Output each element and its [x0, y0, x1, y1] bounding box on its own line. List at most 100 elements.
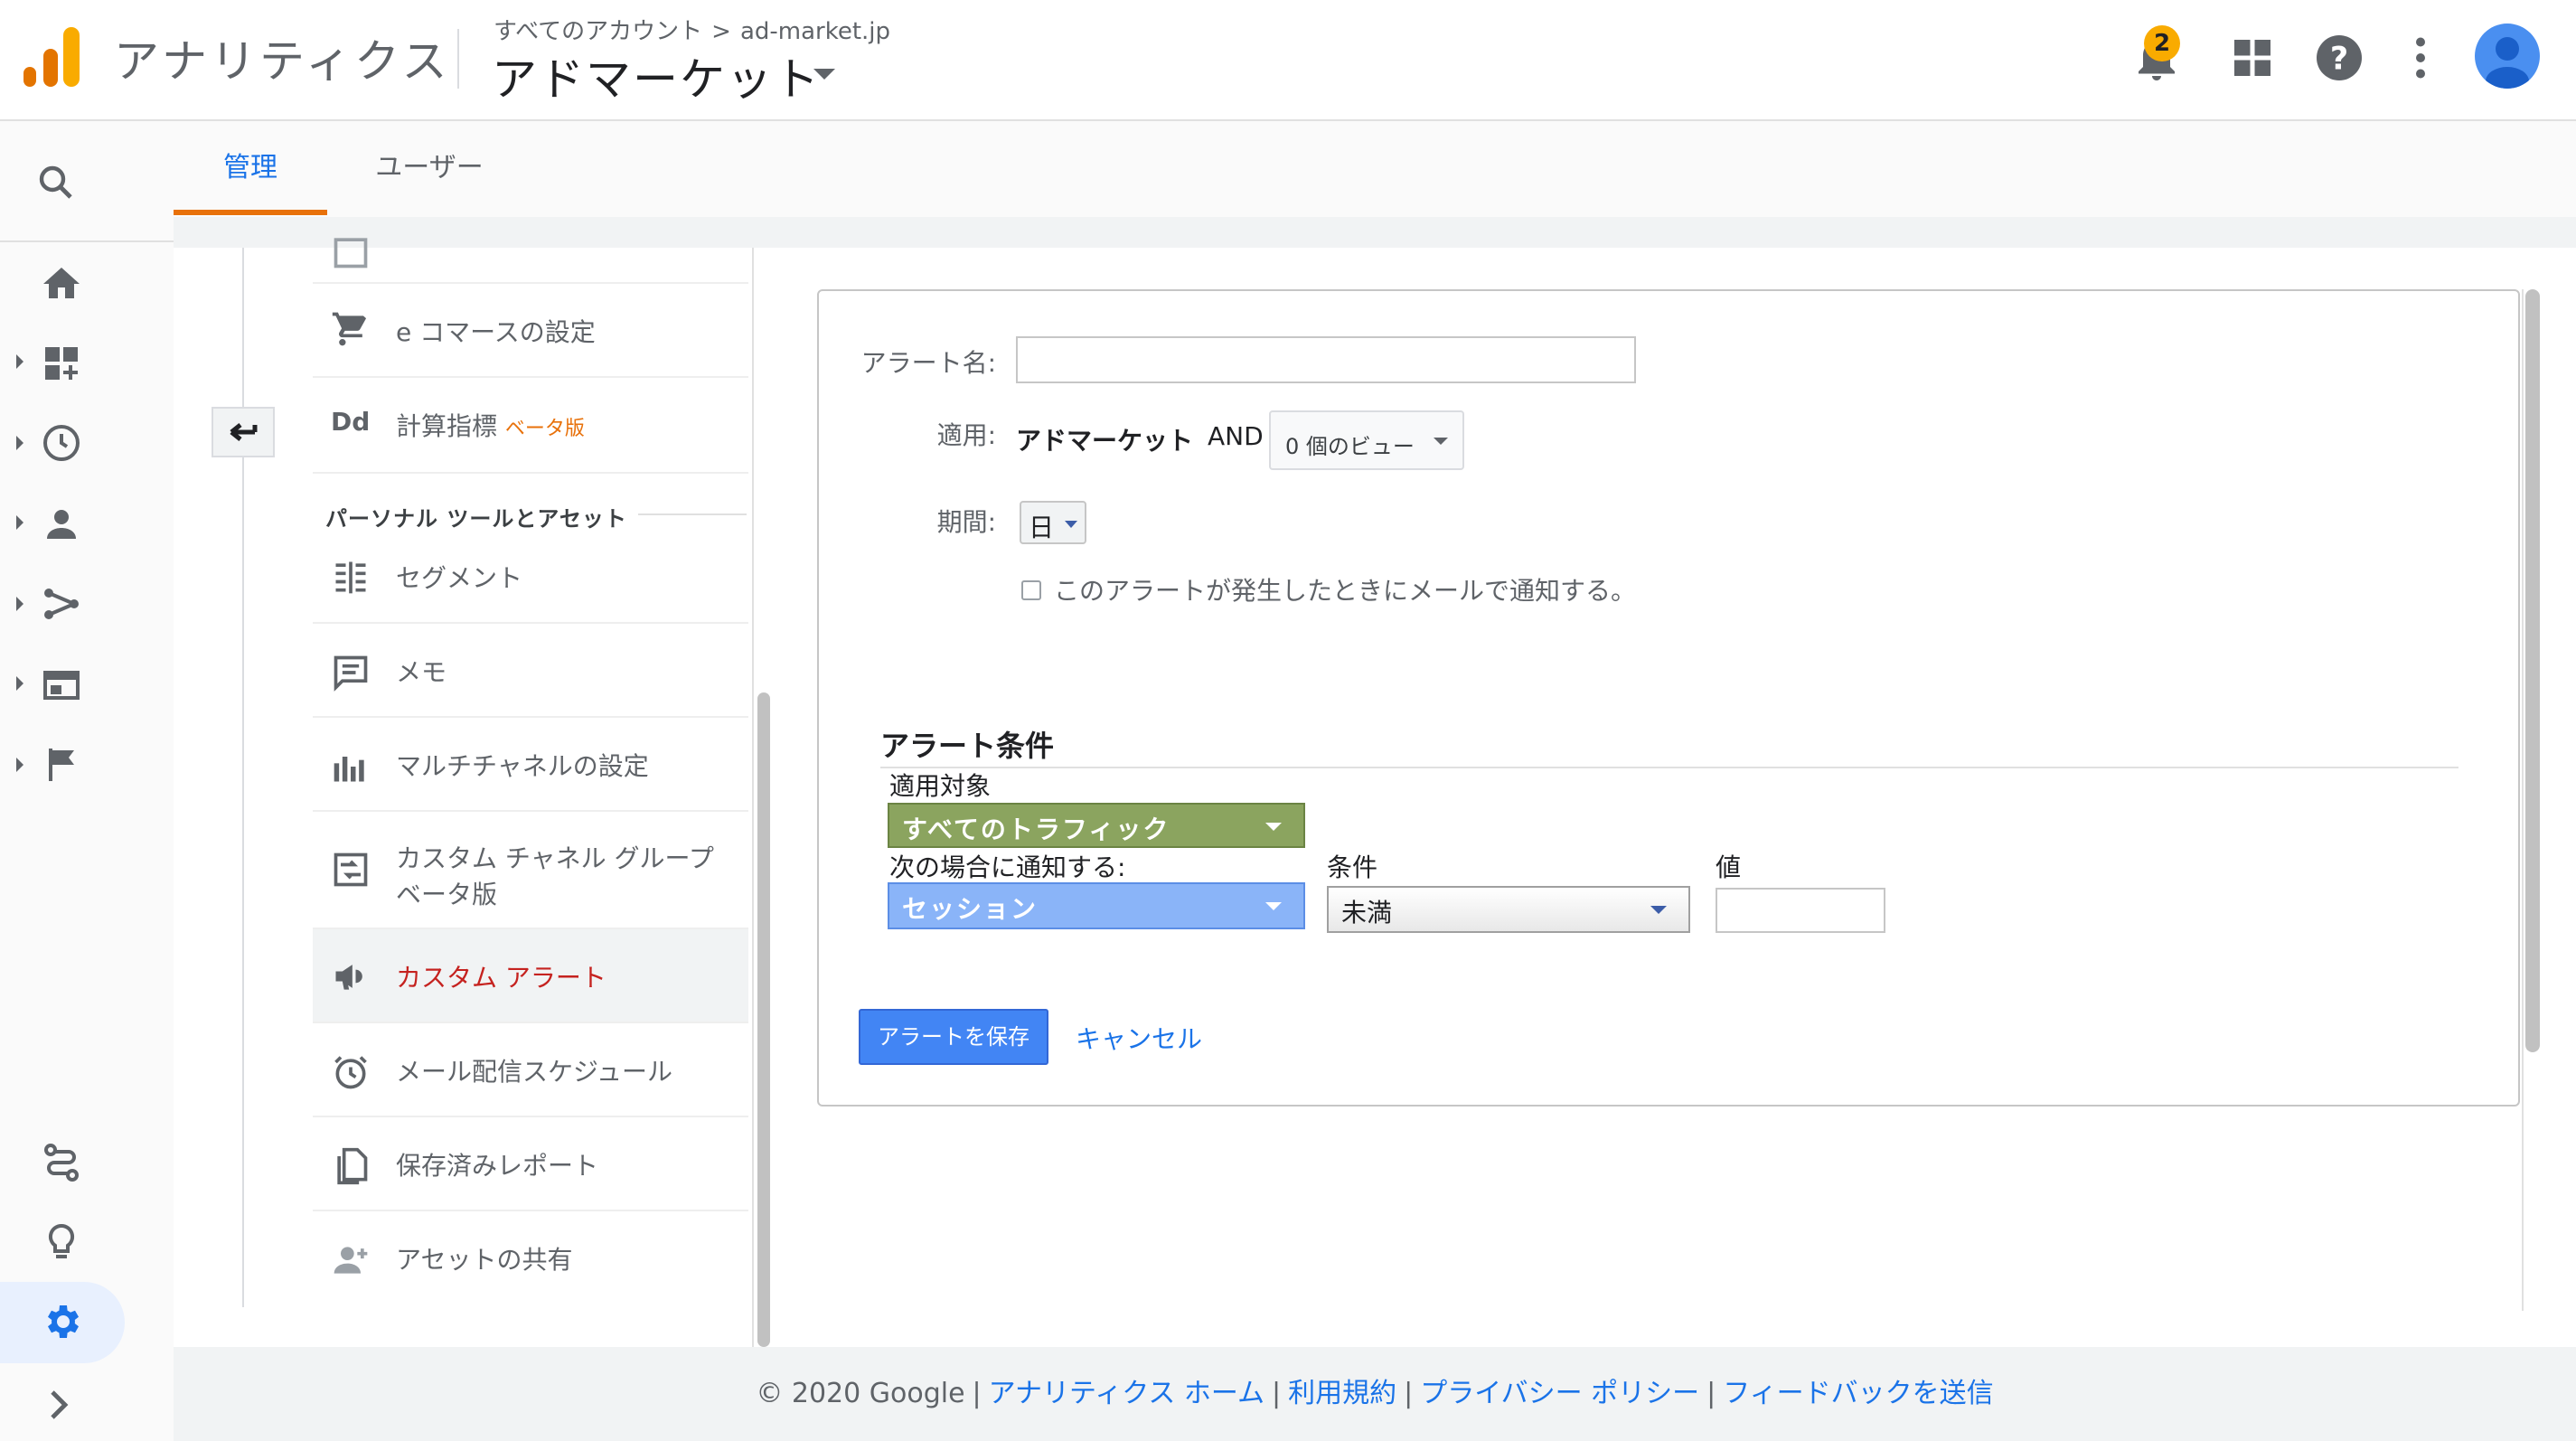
- alert-name-label: アラート名:: [860, 348, 996, 378]
- nav-item-label: e コマースの設定: [396, 317, 596, 347]
- collapse-back-button[interactable]: [212, 407, 275, 457]
- more-vert-icon[interactable]: [2393, 31, 2448, 85]
- nav-item-ecommerce-settings[interactable]: e コマースの設定: [313, 284, 748, 378]
- megaphone-icon: [335, 965, 362, 990]
- save-alert-button[interactable]: アラートを保存: [859, 1009, 1048, 1065]
- condition-value: 未満: [1341, 898, 1393, 928]
- condition-select[interactable]: 未満: [1327, 886, 1690, 933]
- email-notify-label[interactable]: このアラートが発生したときにメールで通知する。: [1054, 571, 1636, 607]
- applies-to-value: すべてのトラフィック: [902, 815, 1170, 844]
- nav-item-scheduled-emails[interactable]: メール配信スケジュール: [313, 1023, 748, 1117]
- nav-scrollbar-thumb[interactable]: [757, 692, 770, 1347]
- behavior-window-icon[interactable]: [40, 664, 83, 707]
- expand-rail-chevron-icon[interactable]: [36, 1383, 80, 1427]
- help-icon[interactable]: ?: [2312, 31, 2366, 85]
- breadcrumb-root[interactable]: すべてのアカウント: [494, 18, 702, 45]
- nav-item-calculated-metrics[interactable]: Dd 計算指標 ベータ版: [313, 378, 748, 474]
- header-divider: [457, 29, 459, 89]
- value-label: 値: [1716, 852, 1742, 882]
- conditions-divider: [880, 767, 2458, 768]
- calendar-icon: [334, 238, 368, 268]
- expand-caret-icon[interactable]: [16, 436, 24, 450]
- breadcrumb-separator: >: [711, 18, 731, 45]
- nav-item-multichannel-settings[interactable]: マルチチャネルの設定: [313, 718, 748, 812]
- nav-item-label: カスタム チャネル グループ: [396, 843, 714, 873]
- alert-name-input[interactable]: [1016, 336, 1636, 383]
- tab-admin[interactable]: 管理: [174, 121, 327, 215]
- expand-caret-icon[interactable]: [16, 597, 24, 611]
- account-avatar[interactable]: [2475, 24, 2540, 89]
- apps-grid-icon[interactable]: [2225, 31, 2280, 85]
- active-tab-indicator: [174, 210, 327, 215]
- chevron-down-icon: [1650, 906, 1667, 914]
- property-selector[interactable]: アドマーケット: [492, 43, 821, 108]
- apply-label: 適用:: [936, 420, 996, 450]
- audience-person-icon[interactable]: [40, 503, 83, 546]
- footer-link-terms[interactable]: 利用規約: [1288, 1378, 1396, 1409]
- app-title: アナリティクス: [114, 35, 451, 88]
- cancel-link[interactable]: キャンセル: [1076, 1020, 1202, 1056]
- home-icon[interactable]: [40, 262, 83, 306]
- apply-and-text: AND: [1208, 421, 1264, 451]
- annotation-icon: [334, 655, 368, 692]
- beta-badge: ベータ版: [504, 418, 585, 440]
- chevron-down-icon: [1434, 438, 1448, 445]
- views-dropdown-value: 0 個のビュー: [1285, 434, 1415, 459]
- period-dropdown[interactable]: 日: [1020, 501, 1086, 544]
- realtime-clock-icon[interactable]: [40, 421, 83, 465]
- property-caret-down-icon[interactable]: [813, 69, 835, 80]
- email-notify-checkbox[interactable]: [1021, 580, 1041, 600]
- expand-caret-icon[interactable]: [16, 758, 24, 772]
- admin-gear-icon[interactable]: [40, 1300, 83, 1343]
- left-navigation-rail: [0, 121, 174, 1441]
- applies-to-label: 適用対象: [889, 771, 992, 801]
- conversions-flag-icon[interactable]: [40, 743, 83, 786]
- nav-item-segments[interactable]: セグメント: [313, 530, 748, 624]
- nav-item-label: 保存済みレポート: [396, 1151, 599, 1181]
- channel-group-icon: [334, 852, 368, 887]
- expand-caret-icon[interactable]: [16, 515, 24, 530]
- insights-lightbulb-icon[interactable]: [40, 1220, 83, 1264]
- custom-alert-form-panel: [817, 289, 2520, 1107]
- beta-badge: ベータ版: [396, 880, 498, 909]
- cart-icon: [332, 312, 367, 346]
- section-divider: [638, 513, 747, 515]
- page-footer: © 2020 Google | アナリティクス ホーム | 利用規約 | プライバシー ポリ…: [174, 1347, 2576, 1441]
- nav-item-custom-alerts[interactable]: カスタム アラート: [313, 929, 748, 1023]
- analytics-logo-icon[interactable]: [24, 27, 80, 89]
- dd-icon: Dd: [331, 407, 371, 437]
- svg-text:?: ?: [2330, 42, 2348, 78]
- nav-item-saved-reports[interactable]: 保存済みレポート: [313, 1117, 748, 1211]
- notification-count-badge: 2: [2144, 25, 2180, 61]
- add-person-icon: [334, 1247, 368, 1274]
- footer-link-feedback[interactable]: フィードバックを送信: [1723, 1378, 1993, 1409]
- metric-select[interactable]: セッション: [888, 882, 1305, 929]
- footer-link-privacy[interactable]: プライバシー ポリシー: [1420, 1378, 1699, 1409]
- footer-link-analytics-home[interactable]: アナリティクス ホーム: [989, 1378, 1264, 1409]
- back-arrow-icon: [230, 423, 258, 441]
- tab-user[interactable]: ユーザー: [353, 121, 506, 215]
- acquisition-branch-icon[interactable]: [40, 582, 83, 626]
- attribution-route-icon[interactable]: [40, 1141, 83, 1184]
- nav-item-partial[interactable]: [313, 238, 748, 284]
- nav-item-label: マルチチャネルの設定: [396, 751, 649, 781]
- expand-caret-icon[interactable]: [16, 676, 24, 691]
- threshold-value-input[interactable]: [1716, 888, 1885, 933]
- main-scrollbar-thumb[interactable]: [2525, 289, 2540, 1052]
- chevron-down-icon: [1065, 521, 1077, 528]
- nav-item-annotations[interactable]: メモ: [313, 624, 748, 718]
- period-dropdown-value: 日: [1029, 513, 1055, 542]
- customization-dashboard-icon[interactable]: [40, 342, 83, 385]
- views-dropdown[interactable]: 0 個のビュー: [1269, 410, 1464, 470]
- breadcrumb-account[interactable]: ad-market.jp: [740, 18, 890, 45]
- footer-copyright: © 2020 Google: [756, 1378, 965, 1409]
- breadcrumb[interactable]: すべてのアカウント > ad-market.jp: [494, 13, 890, 46]
- chevron-down-icon: [1265, 902, 1282, 910]
- search-icon[interactable]: [34, 161, 78, 204]
- nav-item-share-assets[interactable]: アセットの共有: [313, 1211, 748, 1305]
- expand-caret-icon[interactable]: [16, 354, 24, 369]
- nav-item-custom-channel-groups[interactable]: カスタム チャネル グループ ベータ版: [313, 812, 748, 929]
- applies-to-select[interactable]: すべてのトラフィック: [888, 803, 1305, 848]
- metric-value: セッション: [902, 894, 1039, 924]
- segment-icon: [335, 561, 366, 594]
